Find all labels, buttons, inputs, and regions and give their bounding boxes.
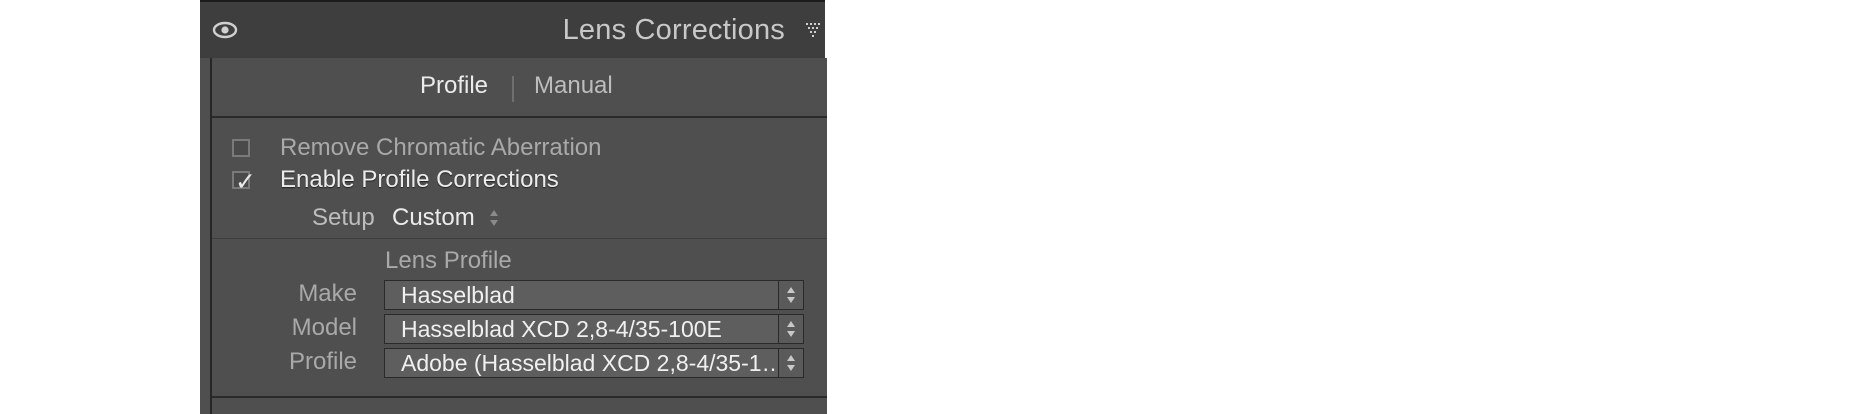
panel-header[interactable]: Lens Corrections — [200, 2, 825, 58]
make-select[interactable]: Hasselblad — [384, 280, 804, 310]
make-value: Hasselblad — [401, 282, 515, 308]
lens-profile-heading: Lens Profile — [385, 247, 512, 274]
profile-label: Profile — [288, 348, 357, 375]
model-value: Hasselblad XCD 2,8-4/35-100E — [401, 316, 722, 342]
make-select-arrows[interactable] — [778, 281, 803, 309]
tab-manual[interactable]: Manual — [534, 72, 613, 100]
remove-chromatic-aberration-label[interactable]: Remove Chromatic Aberration — [280, 134, 601, 162]
panel-bottom-border — [212, 396, 827, 398]
updown-arrows-icon[interactable] — [488, 208, 500, 228]
setup-label: Setup — [312, 204, 375, 231]
remove-chromatic-aberration-checkbox[interactable] — [232, 139, 250, 157]
model-select-arrows[interactable] — [778, 315, 803, 343]
lens-corrections-panel: Lens Corrections Profile Manual Remove C… — [200, 0, 827, 414]
updown-arrows-icon — [787, 321, 795, 337]
checkmark-icon: ✓ — [235, 168, 256, 196]
profile-select[interactable]: Adobe (Hasselblad XCD 2,8-4/35-1… — [384, 348, 804, 378]
section-divider — [212, 238, 827, 239]
updown-arrows-icon — [787, 355, 795, 371]
eye-icon[interactable] — [212, 20, 238, 40]
panel-title: Lens Corrections — [562, 14, 785, 46]
profile-value: Adobe (Hasselblad XCD 2,8-4/35-1… — [401, 350, 785, 376]
mode-tabs: Profile Manual — [212, 58, 827, 118]
enable-profile-corrections-checkbox[interactable]: ✓ — [232, 168, 256, 196]
model-label: Model — [291, 314, 357, 341]
setup-dropdown[interactable]: Custom — [392, 204, 475, 232]
panel-body: Profile Manual Remove Chromatic Aberrati… — [210, 58, 827, 414]
model-select[interactable]: Hasselblad XCD 2,8-4/35-100E — [384, 314, 804, 344]
tab-profile[interactable]: Profile — [420, 72, 488, 100]
enable-profile-corrections-label[interactable]: Enable Profile Corrections — [280, 166, 559, 194]
triangle-down-icon[interactable] — [805, 22, 825, 40]
make-label: Make — [298, 280, 357, 307]
updown-arrows-icon — [787, 287, 795, 303]
tab-separator — [512, 76, 514, 102]
profile-select-arrows[interactable] — [778, 349, 803, 377]
